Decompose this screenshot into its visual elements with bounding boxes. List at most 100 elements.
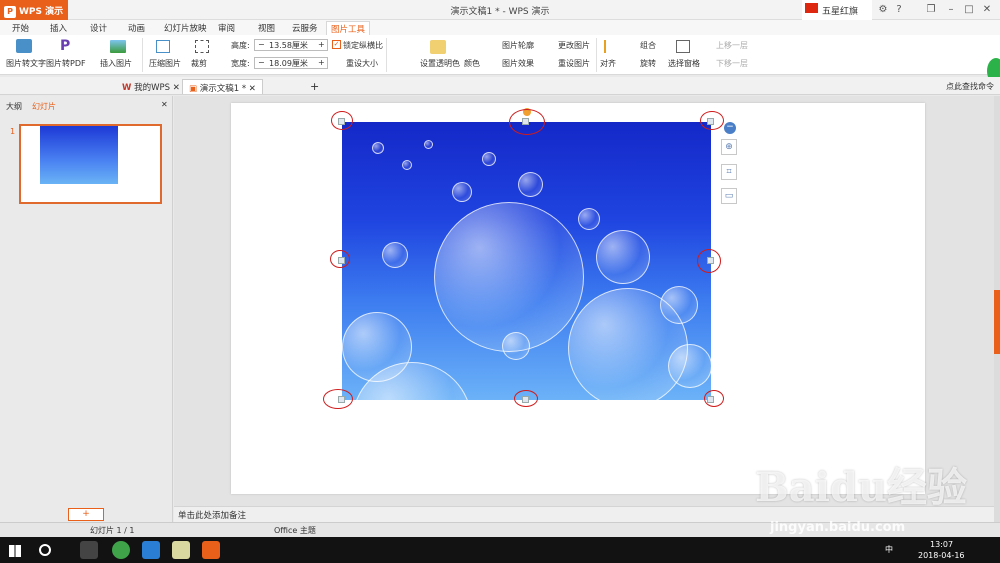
annotation-circle xyxy=(323,389,353,409)
bubble xyxy=(518,172,543,197)
picture-to-text-icon xyxy=(16,39,32,53)
notes-app-icon[interactable] xyxy=(172,541,190,559)
close-icon[interactable]: ✕ xyxy=(980,3,994,17)
wps-presentation-icon[interactable] xyxy=(202,541,220,559)
bubble xyxy=(596,230,650,284)
annotation-circle xyxy=(330,250,350,268)
selected-picture[interactable] xyxy=(342,122,711,400)
tab-slideshow[interactable]: 幻灯片放映 xyxy=(160,21,211,35)
clock-time: 13:07 xyxy=(930,540,954,549)
tab-slides[interactable]: 幻灯片 xyxy=(32,101,56,112)
selection-pane-button[interactable]: 选择窗格 xyxy=(668,58,700,69)
tab-home[interactable]: 开始 xyxy=(8,21,33,35)
tab-picture-tools[interactable]: 图片工具 xyxy=(326,21,371,35)
command-search[interactable]: 点此查找命令 xyxy=(946,81,994,92)
minimize-icon[interactable]: – xyxy=(944,3,958,17)
bubble xyxy=(660,286,698,324)
annotation-circle xyxy=(331,111,353,130)
picture-to-pdf-icon: P xyxy=(60,38,71,54)
new-tab-button[interactable]: + xyxy=(310,80,319,93)
tab-cloud[interactable]: 云服务 xyxy=(288,21,322,35)
tab-my-wps[interactable]: W 我的WPS ✕ xyxy=(116,79,186,94)
annotation-circle xyxy=(700,111,724,130)
crop-tool-icon[interactable]: ⌗ xyxy=(721,164,737,180)
settings-icon[interactable]: ⚙ xyxy=(876,3,890,17)
browser-icon[interactable] xyxy=(112,541,130,559)
height-field[interactable]: 13.58厘米 xyxy=(269,40,308,51)
maximize-icon[interactable]: □ xyxy=(962,3,976,17)
width-label: 宽度: xyxy=(231,59,250,68)
tab-view[interactable]: 视图 xyxy=(254,21,279,35)
ribbon-divider xyxy=(386,38,387,72)
scrollbar-thumb[interactable] xyxy=(994,290,1000,354)
picture-effect-button[interactable]: 图片效果 xyxy=(502,58,534,69)
tab-design[interactable]: 设计 xyxy=(86,21,111,35)
annotation-circle xyxy=(704,390,724,407)
height-label: 高度: xyxy=(231,41,250,50)
my-wps-label: 我的WPS xyxy=(134,83,171,93)
tab-review[interactable]: 审阅 xyxy=(214,21,239,35)
ribbon-divider xyxy=(142,38,143,72)
compress-picture-button[interactable]: 压缩图片 xyxy=(149,58,181,69)
width-field[interactable]: 18.09厘米 xyxy=(269,58,308,69)
annotation-circle xyxy=(514,390,538,407)
align-icon xyxy=(604,40,618,53)
color-button[interactable]: 颜色 xyxy=(464,58,480,69)
width-plus-button[interactable]: + xyxy=(318,58,325,67)
add-slide-button[interactable]: + xyxy=(68,508,104,521)
collapse-tools-icon[interactable]: − xyxy=(724,122,736,134)
tab-document[interactable]: ▣ 演示文稿1 * ✕ xyxy=(182,79,263,94)
lock-ratio-checkbox[interactable]: ✓ xyxy=(332,40,341,49)
bubble xyxy=(434,202,584,352)
tab-insert[interactable]: 插入 xyxy=(46,21,71,35)
send-backward-button[interactable]: 下移一层 xyxy=(716,58,748,69)
theme-name[interactable]: Office 主题 xyxy=(274,525,316,536)
lock-ratio-label: 锁定纵横比 xyxy=(343,41,383,50)
restore-icon[interactable]: ❐ xyxy=(924,3,938,17)
help-icon[interactable]: ? xyxy=(892,3,906,17)
picture-to-pdf-button[interactable]: 图片转PDF xyxy=(46,58,86,69)
app-name: WPS 演示 xyxy=(19,7,64,17)
wps-writer-icon[interactable] xyxy=(142,541,160,559)
wps-app-button[interactable]: PWPS 演示 ▾ xyxy=(0,0,68,28)
group-button[interactable]: 组合 xyxy=(640,40,656,51)
frame-tool-icon[interactable]: ▭ xyxy=(721,188,737,204)
zoom-icon[interactable]: ⊕ xyxy=(721,139,737,155)
insert-picture-button[interactable]: 插入图片 xyxy=(100,58,132,69)
crop-button[interactable]: 裁剪 xyxy=(191,58,207,69)
selection-pane-icon xyxy=(676,40,690,53)
tab-animation[interactable]: 动画 xyxy=(124,21,149,35)
tab-outline[interactable]: 大纲 xyxy=(6,101,22,112)
reset-picture-button[interactable]: 重设图片 xyxy=(558,58,590,69)
ribbon xyxy=(0,35,1000,75)
clock-date: 2018-04-16 xyxy=(918,551,965,560)
height-plus-button[interactable]: + xyxy=(318,40,325,49)
align-button[interactable]: 对齐 xyxy=(600,58,616,69)
reset-size-button[interactable]: 重设大小 xyxy=(346,58,378,69)
ribbon-divider xyxy=(596,38,597,72)
change-picture-button[interactable]: 更改图片 xyxy=(558,40,590,51)
bubble xyxy=(382,242,408,268)
bring-forward-button[interactable]: 上移一层 xyxy=(716,40,748,51)
picture-outline-button[interactable]: 图片轮廓 xyxy=(502,40,534,51)
windows-start-icon[interactable] xyxy=(9,545,21,557)
watermark-logo: Baidu经验 xyxy=(755,464,967,511)
ppt-icon: ▣ xyxy=(189,84,198,94)
close-panel-icon[interactable]: ✕ xyxy=(161,100,168,109)
search-icon[interactable] xyxy=(39,544,51,556)
annotation-circle xyxy=(509,109,545,135)
slide-counter: 幻灯片 1 / 1 xyxy=(90,526,135,535)
user-name[interactable]: 五星红旗 xyxy=(822,4,858,17)
rotate-button[interactable]: 旋转 xyxy=(640,58,656,69)
ime-indicator[interactable]: 中 xyxy=(885,544,893,555)
bubble xyxy=(402,160,412,170)
width-minus-button[interactable]: − xyxy=(258,58,265,67)
height-minus-button[interactable]: − xyxy=(258,40,265,49)
picture-to-text-button[interactable]: 图片转文字 xyxy=(6,58,46,69)
wps-w-icon: W xyxy=(122,83,132,93)
bubble xyxy=(424,140,433,149)
insert-picture-icon xyxy=(110,40,126,53)
taskview-icon[interactable] xyxy=(80,541,98,559)
doc-tab-label: 演示文稿1 * xyxy=(199,84,247,94)
set-transparent-button[interactable]: 设置透明色 xyxy=(420,58,460,69)
